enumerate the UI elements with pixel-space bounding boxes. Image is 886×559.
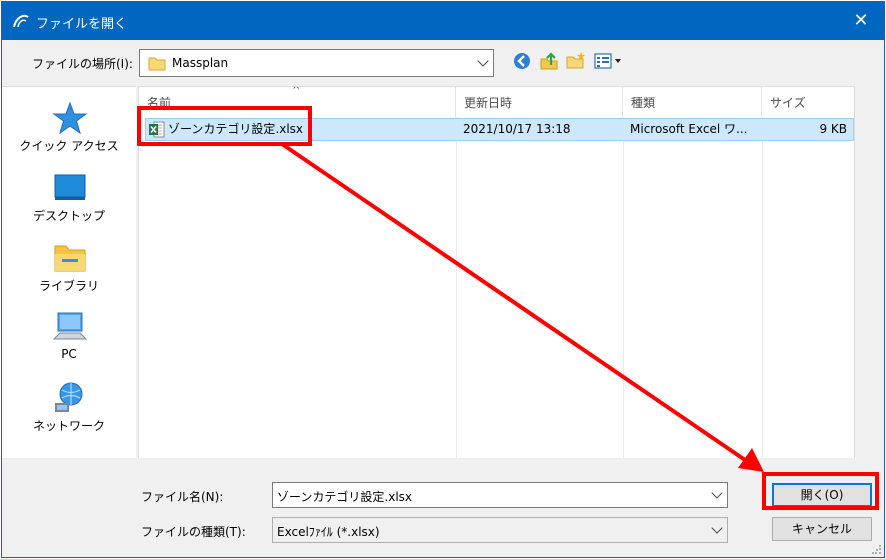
desktop-icon: [54, 174, 86, 200]
location-toolbar: ファイルの場所(I): Massplan: [2, 40, 884, 86]
pane-margin: [855, 86, 884, 458]
nav-item-pc[interactable]: PC: [2, 311, 136, 377]
nav-item-label: クイック アクセス: [19, 139, 119, 153]
nav-item-label: デスクトップ: [32, 209, 105, 223]
column-divider: [762, 117, 763, 458]
column-header-type[interactable]: 種類: [623, 87, 762, 117]
sort-ascending-icon: ^: [292, 86, 301, 96]
chevron-down-icon: [477, 55, 489, 67]
library-folder-icon: [54, 245, 86, 272]
filename-label: ファイル名(N):: [141, 490, 224, 504]
folder-icon: [148, 57, 166, 71]
pc-icon: [52, 312, 88, 340]
file-size: 9 KB: [819, 122, 847, 136]
nav-item-label: ネットワーク: [32, 419, 105, 433]
location-label: ファイルの場所(I):: [32, 57, 133, 71]
filename-value: ゾーンカテゴリ設定.xlsx: [277, 490, 413, 504]
nav-item-label: PC: [61, 347, 77, 361]
open-file-dialog: ファイルを開く ✕ ファイルの場所(I): Massplan クイック アクセス…: [1, 1, 885, 558]
app-logo-icon: [13, 14, 29, 28]
nav-item-quick-access[interactable]: クイック アクセス: [2, 101, 136, 167]
column-header-modified[interactable]: 更新日時: [456, 87, 623, 117]
navigation-pane: クイック アクセス デスクトップ ライブラリ PC ネットワーク: [2, 86, 136, 458]
star-icon: [52, 101, 88, 135]
new-folder-icon[interactable]: [566, 51, 586, 71]
back-icon[interactable]: [512, 51, 532, 71]
location-value: Massplan: [172, 56, 229, 70]
column-header-size[interactable]: サイズ: [762, 87, 854, 117]
nav-item-desktop[interactable]: デスクトップ: [2, 171, 136, 237]
location-combo[interactable]: Massplan: [139, 49, 494, 77]
nav-item-label: ライブラリ: [38, 279, 99, 293]
column-divider: [623, 117, 624, 458]
file-type: Microsoft Excel ワ...: [630, 122, 748, 136]
network-icon: [55, 382, 83, 412]
cancel-button[interactable]: キャンセル: [772, 517, 872, 541]
window-title: ファイルを開く: [36, 17, 128, 32]
chevron-down-icon: [711, 522, 723, 534]
filetype-value: Excelﾌｧｲﾙ (*.xlsx): [277, 525, 380, 539]
close-button[interactable]: ✕: [838, 2, 884, 40]
filetype-combo[interactable]: Excelﾌｧｲﾙ (*.xlsx): [272, 517, 728, 543]
title-bar: ファイルを開く ✕: [2, 2, 884, 40]
filetype-label: ファイルの種類(T):: [141, 525, 246, 539]
close-icon: ✕: [853, 10, 869, 31]
view-menu-icon[interactable]: [593, 51, 625, 71]
chevron-down-icon: [711, 487, 723, 499]
column-divider: [456, 117, 457, 458]
resize-grip-icon[interactable]: [872, 545, 882, 555]
nav-item-library[interactable]: ライブラリ: [2, 241, 136, 307]
nav-item-network[interactable]: ネットワーク: [2, 381, 136, 447]
highlight-box-open-button: [762, 472, 879, 510]
highlight-box-file: [137, 106, 312, 146]
up-folder-icon[interactable]: [539, 51, 559, 71]
file-modified: 2021/10/17 13:18: [463, 122, 571, 136]
filename-combo[interactable]: ゾーンカテゴリ設定.xlsx: [272, 482, 728, 508]
